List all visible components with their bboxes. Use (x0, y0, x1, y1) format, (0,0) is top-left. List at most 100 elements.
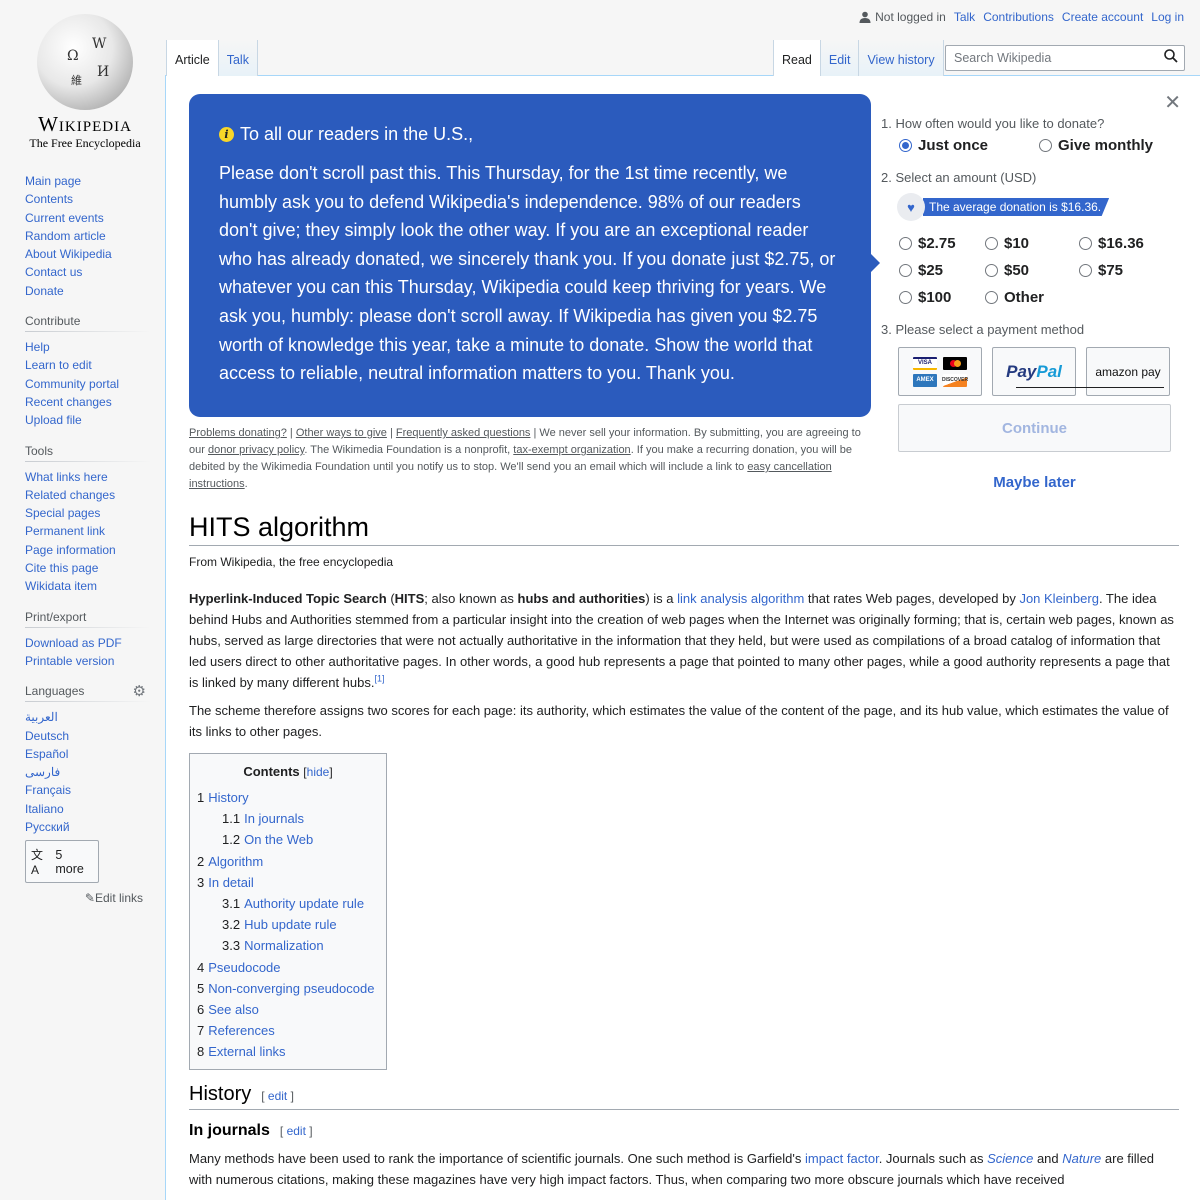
sidebar-item-community-portal[interactable]: Community portal (25, 375, 150, 393)
jon-kleinberg-link[interactable]: Jon Kleinberg (1019, 591, 1099, 606)
tax-exempt-link[interactable]: tax-exempt organization (513, 444, 630, 456)
sidebar-item-main-page[interactable]: Main page (25, 172, 150, 190)
language-link-deutsch[interactable]: Deutsch (25, 727, 150, 745)
toc-item[interactable]: 3.2 Hub update rule (197, 914, 379, 935)
amazon-pay-button[interactable]: amazon pay (1086, 347, 1170, 396)
contributions-link[interactable]: Contributions (983, 10, 1054, 24)
sidebar-item-upload-file[interactable]: Upload file (25, 411, 150, 429)
close-icon[interactable]: ✕ (1164, 93, 1181, 113)
amount-10[interactable]: $10 (985, 235, 1079, 252)
maybe-later-button[interactable]: Maybe later (898, 474, 1171, 491)
sidebar-item-donate[interactable]: Donate (25, 282, 150, 300)
nature-link[interactable]: Nature (1062, 1151, 1101, 1166)
personal-tools: Not logged in Talk Contributions Create … (859, 10, 1184, 24)
other-amount-input[interactable] (1016, 387, 1164, 388)
amount-2-75[interactable]: $2.75 (899, 235, 985, 252)
amount-25[interactable]: $25 (899, 262, 985, 279)
translate-icon: 文A (31, 848, 44, 878)
science-link[interactable]: Science (987, 1151, 1033, 1166)
toc-item[interactable]: 7 References (197, 1020, 379, 1041)
donor-privacy-link[interactable]: donor privacy policy (208, 444, 304, 456)
amount-other[interactable]: Other (985, 289, 1079, 306)
sidebar-item-contents[interactable]: Contents (25, 190, 150, 208)
toc-item[interactable]: 8 External links (197, 1041, 379, 1062)
sidebar-item-download-as-pdf[interactable]: Download as PDF (25, 634, 150, 652)
sidebar-item-page-information[interactable]: Page information (25, 541, 150, 559)
link-analysis-link[interactable]: link analysis algorithm (677, 591, 804, 606)
sidebar-print: Print/export Download as PDF Printable ver… (25, 609, 150, 671)
language-link-فارسی[interactable]: فارسی (25, 763, 150, 781)
sidebar-navigation: Main page Contents Current events Random ar… (25, 172, 150, 300)
toc-item[interactable]: 3.1 Authority update rule (197, 893, 379, 914)
tab-edit[interactable]: Edit (820, 40, 860, 76)
wikipedia-logo[interactable]: Ω W И 維 Wikipedia The Free Encyclopedia (20, 10, 150, 150)
sidebar-item-random-article[interactable]: Random article (25, 227, 150, 245)
toc-item[interactable]: 5 Non-converging pseudocode (197, 978, 379, 999)
amount-50[interactable]: $50 (985, 262, 1079, 279)
language-link-русский[interactable]: Русский (25, 818, 150, 836)
gear-icon[interactable]: ⚙ (133, 682, 146, 700)
amount-question: 2. Select an amount (USD) (881, 170, 1037, 185)
other-ways-link[interactable]: Other ways to give (296, 427, 387, 439)
sidebar-item-recent-changes[interactable]: Recent changes (25, 393, 150, 411)
toc-item[interactable]: 2 Algorithm (197, 851, 379, 872)
toc-item[interactable]: 1 History (197, 787, 379, 808)
sidebar-item-printable-version[interactable]: Printable version (25, 652, 150, 670)
edit-history-link[interactable]: edit (268, 1089, 287, 1103)
user-talk-link[interactable]: Talk (954, 10, 975, 24)
donation-banner: i To all our readers in the U.S., Please… (189, 94, 880, 417)
tab-read[interactable]: Read (773, 40, 821, 76)
sidebar-item-what-links-here[interactable]: What links here (25, 468, 150, 486)
wordmark: Wikipedia (38, 112, 132, 136)
toc-item[interactable]: 6 See also (197, 999, 379, 1020)
language-link-italiano[interactable]: Italiano (25, 800, 150, 818)
language-link-العربية[interactable]: العربية (25, 708, 150, 726)
create-account-link[interactable]: Create account (1062, 10, 1143, 24)
amount-100[interactable]: $100 (899, 289, 985, 306)
sidebar-item-current-events[interactable]: Current events (25, 209, 150, 227)
sidebar-item-cite-this-page[interactable]: Cite this page (25, 559, 150, 577)
donate-form: ✕ 1. How often would you like to donate?… (881, 91, 1191, 491)
article-body: Hyperlink-Induced Topic Search (HITS; al… (189, 588, 1179, 1197)
tab-article[interactable]: Article (166, 40, 219, 76)
banner-heading: i To all our readers in the U.S., (219, 124, 841, 145)
continue-button[interactable]: Continue (898, 404, 1171, 452)
more-languages-button[interactable]: 文A 5 more (25, 840, 99, 884)
toc-item[interactable]: 3 In detail (197, 872, 379, 893)
search-icon[interactable] (1164, 48, 1178, 68)
tab-talk[interactable]: Talk (218, 40, 258, 76)
edit-in-journals-link[interactable]: edit (287, 1124, 306, 1138)
sidebar-item-help[interactable]: Help (25, 338, 150, 356)
paypal-logo: PayPal (1006, 361, 1062, 381)
pay-by-card-button[interactable]: VISA AMEX DISCOVER (898, 347, 982, 396)
option-just-once[interactable]: Just once (899, 137, 1039, 154)
toc-item[interactable]: 1.1 In journals (197, 808, 379, 829)
sidebar-item-learn-to-edit[interactable]: Learn to edit (25, 356, 150, 374)
option-give-monthly[interactable]: Give monthly (1039, 137, 1153, 154)
faq-link[interactable]: Frequently asked questions (396, 427, 531, 439)
sidebar-item-contact-us[interactable]: Contact us (25, 263, 150, 281)
sidebar-item-permanent-link[interactable]: Permanent link (25, 522, 150, 540)
log-in-link[interactable]: Log in (1151, 10, 1184, 24)
search-input[interactable] (952, 50, 1164, 66)
paypal-button[interactable]: PayPal (992, 347, 1076, 396)
sidebar-item-related-changes[interactable]: Related changes (25, 486, 150, 504)
edit-links[interactable]: ✎Edit links (25, 891, 150, 905)
amount-75[interactable]: $75 (1079, 262, 1169, 279)
tab-view-history[interactable]: View history (859, 40, 944, 76)
reference-1-link[interactable]: [1] (374, 674, 384, 684)
toc-item[interactable]: 4 Pseudocode (197, 957, 379, 978)
problems-donating-link[interactable]: Problems donating? (189, 427, 287, 439)
sidebar-item-special-pages[interactable]: Special pages (25, 504, 150, 522)
impact-factor-link[interactable]: impact factor (805, 1151, 879, 1166)
sidebar-item-wikidata-item[interactable]: Wikidata item (25, 577, 150, 595)
view-tabs: Read Edit View history (773, 40, 944, 76)
sidebar: Main page Contents Current events Random ar… (25, 172, 150, 919)
sidebar-item-about-wikipedia[interactable]: About Wikipedia (25, 245, 150, 263)
toc-item[interactable]: 1.2 On the Web (197, 829, 379, 850)
amount-16-36[interactable]: $16.36 (1079, 235, 1169, 252)
language-link-espa-ol[interactable]: Español (25, 745, 150, 763)
toc-hide-toggle[interactable]: hide (307, 765, 330, 779)
toc-item[interactable]: 3.3 Normalization (197, 935, 379, 956)
language-link-fran-ais[interactable]: Français (25, 781, 150, 799)
